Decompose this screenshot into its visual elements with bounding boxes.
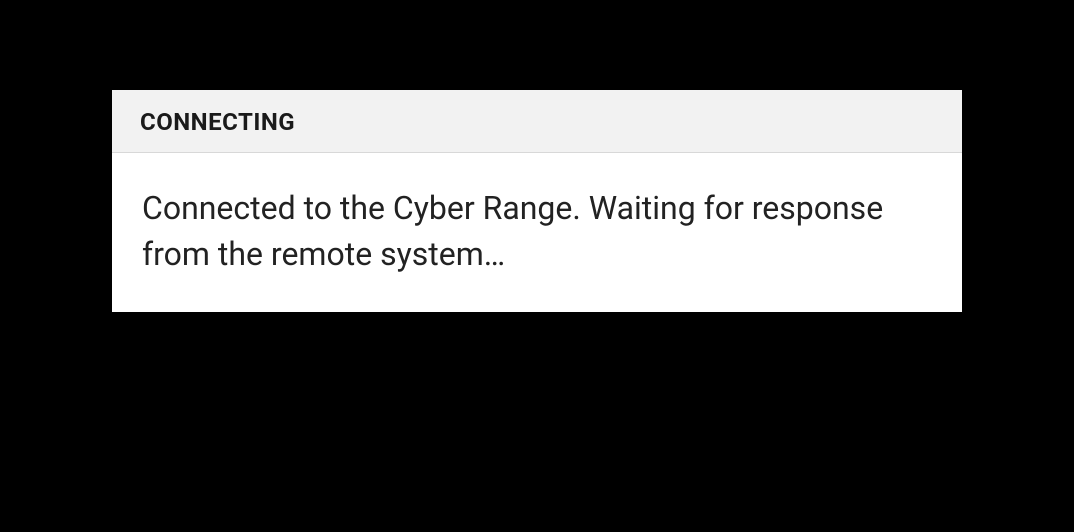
dialog-header: CONNECTING	[112, 90, 962, 153]
connecting-dialog: CONNECTING Connected to the Cyber Range.…	[112, 90, 962, 312]
dialog-message: Connected to the Cyber Range. Waiting fo…	[142, 185, 932, 278]
dialog-body: Connected to the Cyber Range. Waiting fo…	[112, 153, 962, 312]
dialog-title: CONNECTING	[140, 108, 934, 136]
